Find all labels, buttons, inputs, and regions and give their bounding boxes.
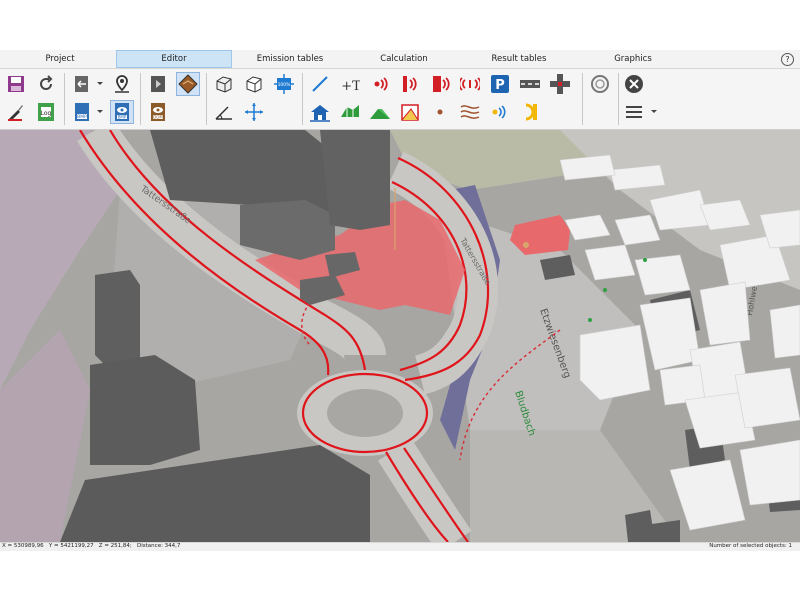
- house-icon[interactable]: [308, 100, 332, 124]
- marker-icon: [643, 258, 647, 262]
- point-icon[interactable]: [428, 100, 452, 124]
- undo-icon[interactable]: [34, 72, 58, 96]
- tab-editor[interactable]: Editor: [116, 50, 232, 68]
- building: [95, 270, 140, 365]
- vertical-area-source-icon[interactable]: [458, 72, 482, 96]
- terrain-icon[interactable]: [176, 72, 200, 96]
- embankment-icon[interactable]: [368, 100, 392, 124]
- zoom-label: 100%: [278, 82, 292, 88]
- bmp-view-label: BMP: [118, 114, 127, 119]
- log-icon[interactable]: Log: [34, 100, 58, 124]
- text-icon[interactable]: +T: [338, 72, 362, 96]
- toolbar-separator: [140, 73, 141, 125]
- toolbar-separator: [302, 73, 303, 125]
- marker-icon: [523, 242, 529, 248]
- ribbon-tab-bar: Project Editor Emission tables Calculati…: [0, 50, 800, 69]
- location-pin-icon[interactable]: [110, 72, 134, 96]
- point-source-icon[interactable]: [368, 72, 392, 96]
- bmp-file-icon[interactable]: BMP: [70, 100, 94, 124]
- contour-icon[interactable]: [458, 100, 482, 124]
- text-tool-label: +T: [341, 79, 360, 94]
- building-icon[interactable]: [212, 72, 236, 96]
- road-icon[interactable]: [518, 72, 542, 96]
- brush-icon[interactable]: [4, 100, 28, 124]
- move-icon[interactable]: [242, 100, 266, 124]
- chevron-down-icon[interactable]: [648, 100, 660, 124]
- refresh-icon[interactable]: [588, 72, 612, 96]
- receiver-icon[interactable]: [488, 100, 512, 124]
- import-icon[interactable]: [70, 72, 94, 96]
- wall-icon[interactable]: [518, 100, 542, 124]
- log-label: Log: [41, 110, 52, 117]
- building: [734, 367, 800, 429]
- help-icon[interactable]: ?: [781, 53, 794, 66]
- toolbar-separator: [618, 73, 619, 125]
- area-polygon-icon[interactable]: [398, 100, 422, 124]
- tab-emission-tables[interactable]: Emission tables: [250, 51, 330, 67]
- building: [769, 304, 800, 359]
- cursor-coordinates: X = 530989,96 Y = 5421199,27 Z = 251,84;…: [2, 543, 181, 549]
- toolbar-separator: [64, 73, 65, 125]
- roundabout-island: [327, 389, 403, 437]
- zoom-100-icon[interactable]: 100%: [272, 72, 296, 96]
- close-icon[interactable]: [622, 72, 646, 96]
- status-bar: X = 530989,96 Y = 5421199,27 Z = 251,84;…: [0, 542, 800, 551]
- line-icon[interactable]: [308, 72, 332, 96]
- parking-icon[interactable]: P: [488, 72, 512, 96]
- parking-label: P: [495, 78, 505, 93]
- toolbar-separator: [582, 73, 583, 125]
- marker-icon: [603, 288, 607, 292]
- building: [739, 439, 800, 506]
- tab-calculation[interactable]: Calculation: [372, 51, 436, 67]
- junction-icon[interactable]: [548, 72, 572, 96]
- bmp-view-icon[interactable]: BMP: [110, 100, 134, 124]
- selection-count: Number of selected objects: 1: [709, 543, 792, 549]
- line-source-icon[interactable]: [398, 72, 422, 96]
- building-outline-icon[interactable]: [242, 72, 266, 96]
- area-source-icon[interactable]: [428, 72, 452, 96]
- dgm-label: DGM: [153, 114, 163, 119]
- marker-icon: [588, 318, 592, 322]
- menu-icon[interactable]: [622, 100, 646, 124]
- 3d-map-view[interactable]: Tattersstraße Tattersstraße Etzwiesenber…: [0, 130, 800, 542]
- map-canvas: Tattersstraße Tattersstraße Etzwiesenber…: [0, 130, 800, 542]
- chevron-down-icon[interactable]: [94, 72, 106, 96]
- save-icon[interactable]: [4, 72, 28, 96]
- building: [634, 254, 691, 296]
- tab-graphics[interactable]: Graphics: [608, 51, 658, 67]
- tab-project[interactable]: Project: [30, 51, 90, 67]
- editor-toolbar: Log BMP BMP DGM 100% +T P: [0, 69, 800, 130]
- building: [320, 130, 390, 230]
- toolbar-separator: [206, 73, 207, 125]
- tab-result-tables[interactable]: Result tables: [488, 51, 550, 67]
- building: [579, 324, 651, 401]
- chevron-down-icon[interactable]: [94, 100, 106, 124]
- bmp-label: BMP: [77, 114, 87, 120]
- dgm-file-icon[interactable]: DGM: [146, 100, 170, 124]
- barrier-icon[interactable]: [338, 100, 362, 124]
- angle-icon[interactable]: [212, 100, 236, 124]
- play-icon[interactable]: [146, 72, 170, 96]
- application-window: Project Editor Emission tables Calculati…: [0, 50, 800, 551]
